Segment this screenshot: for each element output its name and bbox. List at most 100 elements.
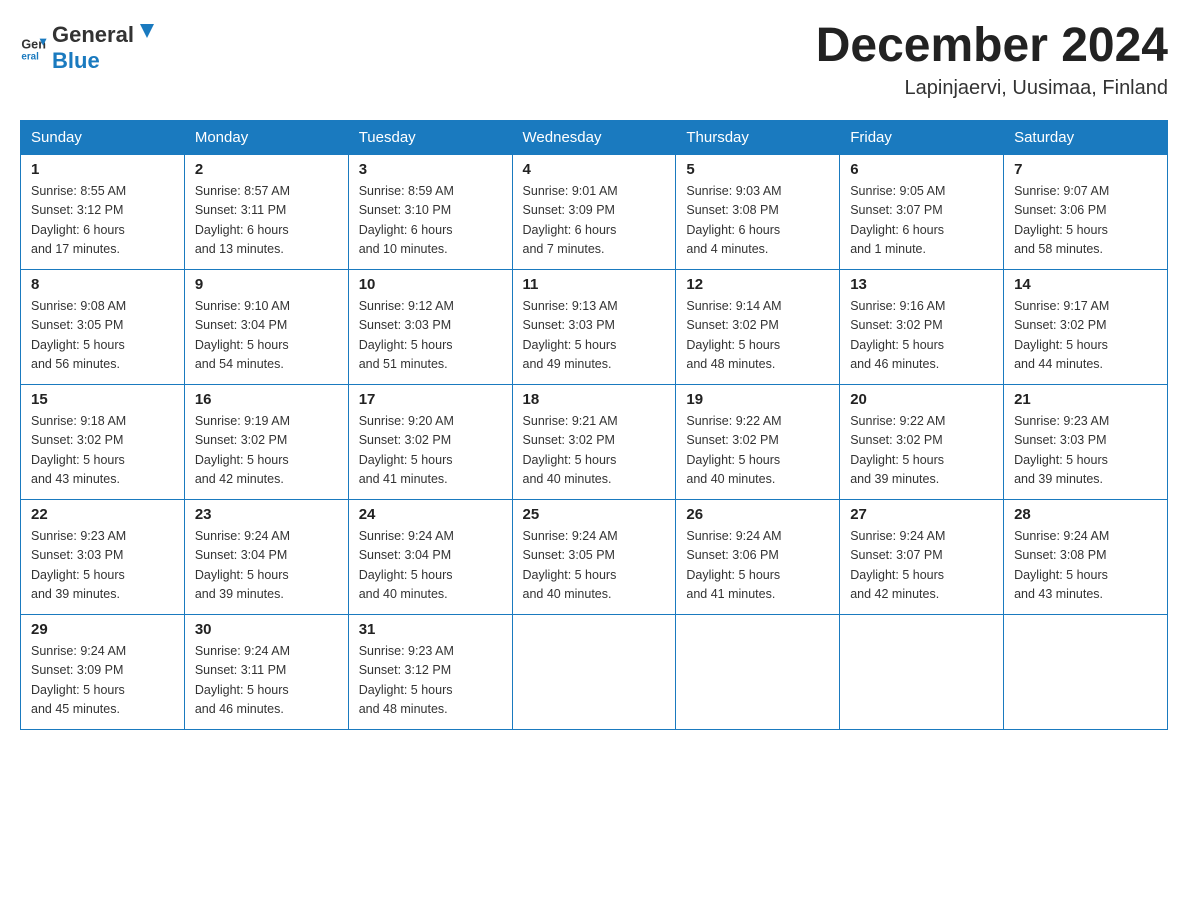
day-number: 27 — [850, 506, 993, 523]
calendar-week-row: 22 Sunrise: 9:23 AMSunset: 3:03 PMDayligh… — [21, 499, 1168, 614]
day-number: 28 — [1014, 506, 1157, 523]
day-info: Sunrise: 9:19 AMSunset: 3:02 PMDaylight:… — [195, 412, 338, 490]
calendar-header-friday: Friday — [840, 120, 1004, 154]
day-number: 20 — [850, 391, 993, 408]
calendar-cell: 30 Sunrise: 9:24 AMSunset: 3:11 PMDayligh… — [184, 614, 348, 729]
day-info: Sunrise: 9:10 AMSunset: 3:04 PMDaylight:… — [195, 297, 338, 375]
day-info: Sunrise: 9:17 AMSunset: 3:02 PMDaylight:… — [1014, 297, 1157, 375]
calendar-cell: 7 Sunrise: 9:07 AMSunset: 3:06 PMDaylight… — [1004, 154, 1168, 269]
day-number: 24 — [359, 506, 502, 523]
svg-text:eral: eral — [21, 52, 39, 61]
day-number: 18 — [523, 391, 666, 408]
calendar-cell: 14 Sunrise: 9:17 AMSunset: 3:02 PMDayligh… — [1004, 269, 1168, 384]
calendar-cell: 15Sunrise: 9:18 AMSunset: 3:02 PMDayligh… — [21, 384, 185, 499]
day-number: 16 — [195, 391, 338, 408]
day-number: 7 — [1014, 161, 1157, 178]
day-info: Sunrise: 9:21 AMSunset: 3:02 PMDaylight:… — [523, 412, 666, 490]
day-number: 3 — [359, 161, 502, 178]
calendar-cell — [1004, 614, 1168, 729]
calendar-cell: 8 Sunrise: 9:08 AMSunset: 3:05 PMDaylight… — [21, 269, 185, 384]
day-info: Sunrise: 9:13 AMSunset: 3:03 PMDaylight:… — [523, 297, 666, 375]
calendar-cell: 31 Sunrise: 9:23 AMSunset: 3:12 PMDayligh… — [348, 614, 512, 729]
day-info: Sunrise: 9:24 AMSunset: 3:11 PMDaylight:… — [195, 642, 338, 720]
calendar-cell: 2 Sunrise: 8:57 AMSunset: 3:11 PMDaylight… — [184, 154, 348, 269]
day-info: Sunrise: 9:03 AMSunset: 3:08 PMDaylight:… — [686, 182, 829, 260]
calendar-cell: 19 Sunrise: 9:22 AMSunset: 3:02 PMDayligh… — [676, 384, 840, 499]
calendar-cell: 16 Sunrise: 9:19 AMSunset: 3:02 PMDayligh… — [184, 384, 348, 499]
day-number: 1 — [31, 161, 174, 178]
calendar-cell: 12Sunrise: 9:14 AMSunset: 3:02 PMDayligh… — [676, 269, 840, 384]
day-info: Sunrise: 9:08 AMSunset: 3:05 PMDaylight:… — [31, 297, 174, 375]
calendar-week-row: 15Sunrise: 9:18 AMSunset: 3:02 PMDayligh… — [21, 384, 1168, 499]
day-info: Sunrise: 9:24 AMSunset: 3:06 PMDaylight:… — [686, 527, 829, 605]
day-number: 26 — [686, 506, 829, 523]
calendar-cell: 22 Sunrise: 9:23 AMSunset: 3:03 PMDayligh… — [21, 499, 185, 614]
day-info: Sunrise: 8:57 AMSunset: 3:11 PMDaylight:… — [195, 182, 338, 260]
day-number: 23 — [195, 506, 338, 523]
day-number: 8 — [31, 276, 174, 293]
day-info: Sunrise: 9:22 AMSunset: 3:02 PMDaylight:… — [686, 412, 829, 490]
calendar-cell: 10Sunrise: 9:12 AMSunset: 3:03 PMDayligh… — [348, 269, 512, 384]
day-number: 30 — [195, 621, 338, 638]
calendar-header-thursday: Thursday — [676, 120, 840, 154]
month-title: December 2024 — [816, 20, 1168, 73]
calendar-cell: 11Sunrise: 9:13 AMSunset: 3:03 PMDayligh… — [512, 269, 676, 384]
day-info: Sunrise: 9:24 AMSunset: 3:04 PMDaylight:… — [195, 527, 338, 605]
calendar-week-row: 29Sunrise: 9:24 AMSunset: 3:09 PMDayligh… — [21, 614, 1168, 729]
calendar-cell: 26 Sunrise: 9:24 AMSunset: 3:06 PMDayligh… — [676, 499, 840, 614]
day-info: Sunrise: 9:01 AMSunset: 3:09 PMDaylight:… — [523, 182, 666, 260]
calendar-cell: 24 Sunrise: 9:24 AMSunset: 3:04 PMDayligh… — [348, 499, 512, 614]
calendar-cell: 6Sunrise: 9:05 AMSunset: 3:07 PMDaylight… — [840, 154, 1004, 269]
day-info: Sunrise: 9:24 AMSunset: 3:07 PMDaylight:… — [850, 527, 993, 605]
day-number: 13 — [850, 276, 993, 293]
day-number: 17 — [359, 391, 502, 408]
calendar-header-monday: Monday — [184, 120, 348, 154]
logo-text-general: General — [52, 22, 134, 48]
calendar-cell — [840, 614, 1004, 729]
calendar-cell: 20 Sunrise: 9:22 AMSunset: 3:02 PMDayligh… — [840, 384, 1004, 499]
day-info: Sunrise: 9:23 AMSunset: 3:12 PMDaylight:… — [359, 642, 502, 720]
day-info: Sunrise: 9:24 AMSunset: 3:04 PMDaylight:… — [359, 527, 502, 605]
day-info: Sunrise: 9:22 AMSunset: 3:02 PMDaylight:… — [850, 412, 993, 490]
day-number: 19 — [686, 391, 829, 408]
calendar-cell: 9 Sunrise: 9:10 AMSunset: 3:04 PMDaylight… — [184, 269, 348, 384]
calendar-header-wednesday: Wednesday — [512, 120, 676, 154]
calendar-cell — [512, 614, 676, 729]
calendar-header-sunday: Sunday — [21, 120, 185, 154]
day-number: 2 — [195, 161, 338, 178]
calendar-cell: 1 Sunrise: 8:55 AMSunset: 3:12 PMDaylight… — [21, 154, 185, 269]
calendar-header-tuesday: Tuesday — [348, 120, 512, 154]
day-info: Sunrise: 9:24 AMSunset: 3:08 PMDaylight:… — [1014, 527, 1157, 605]
logo: Gen eral General Blue — [20, 20, 160, 74]
calendar-cell: 13 Sunrise: 9:16 AMSunset: 3:02 PMDayligh… — [840, 269, 1004, 384]
day-number: 22 — [31, 506, 174, 523]
calendar-cell — [676, 614, 840, 729]
day-info: Sunrise: 9:23 AMSunset: 3:03 PMDaylight:… — [1014, 412, 1157, 490]
day-number: 10 — [359, 276, 502, 293]
calendar-cell: 29Sunrise: 9:24 AMSunset: 3:09 PMDayligh… — [21, 614, 185, 729]
calendar-cell: 25 Sunrise: 9:24 AMSunset: 3:05 PMDayligh… — [512, 499, 676, 614]
day-info: Sunrise: 9:16 AMSunset: 3:02 PMDaylight:… — [850, 297, 993, 375]
day-number: 14 — [1014, 276, 1157, 293]
calendar-cell: 4Sunrise: 9:01 AMSunset: 3:09 PMDaylight… — [512, 154, 676, 269]
calendar-cell: 5Sunrise: 9:03 AMSunset: 3:08 PMDaylight… — [676, 154, 840, 269]
page-header: Gen eral General Blue December 2024 Lapi… — [20, 20, 1168, 100]
day-info: Sunrise: 9:07 AMSunset: 3:06 PMDaylight:… — [1014, 182, 1157, 260]
logo-text-blue: Blue — [52, 48, 100, 73]
calendar-cell: 17 Sunrise: 9:20 AMSunset: 3:02 PMDayligh… — [348, 384, 512, 499]
day-number: 9 — [195, 276, 338, 293]
day-number: 15 — [31, 391, 174, 408]
day-info: Sunrise: 8:59 AMSunset: 3:10 PMDaylight:… — [359, 182, 502, 260]
day-number: 31 — [359, 621, 502, 638]
day-number: 21 — [1014, 391, 1157, 408]
calendar-week-row: 1 Sunrise: 8:55 AMSunset: 3:12 PMDaylight… — [21, 154, 1168, 269]
day-info: Sunrise: 9:23 AMSunset: 3:03 PMDaylight:… — [31, 527, 174, 605]
day-number: 25 — [523, 506, 666, 523]
day-info: Sunrise: 8:55 AMSunset: 3:12 PMDaylight:… — [31, 182, 174, 260]
day-info: Sunrise: 9:24 AMSunset: 3:05 PMDaylight:… — [523, 527, 666, 605]
calendar-cell: 28 Sunrise: 9:24 AMSunset: 3:08 PMDayligh… — [1004, 499, 1168, 614]
calendar-week-row: 8 Sunrise: 9:08 AMSunset: 3:05 PMDaylight… — [21, 269, 1168, 384]
day-number: 29 — [31, 621, 174, 638]
day-info: Sunrise: 9:20 AMSunset: 3:02 PMDaylight:… — [359, 412, 502, 490]
title-section: December 2024 Lapinjaervi, Uusimaa, Finl… — [816, 20, 1168, 100]
